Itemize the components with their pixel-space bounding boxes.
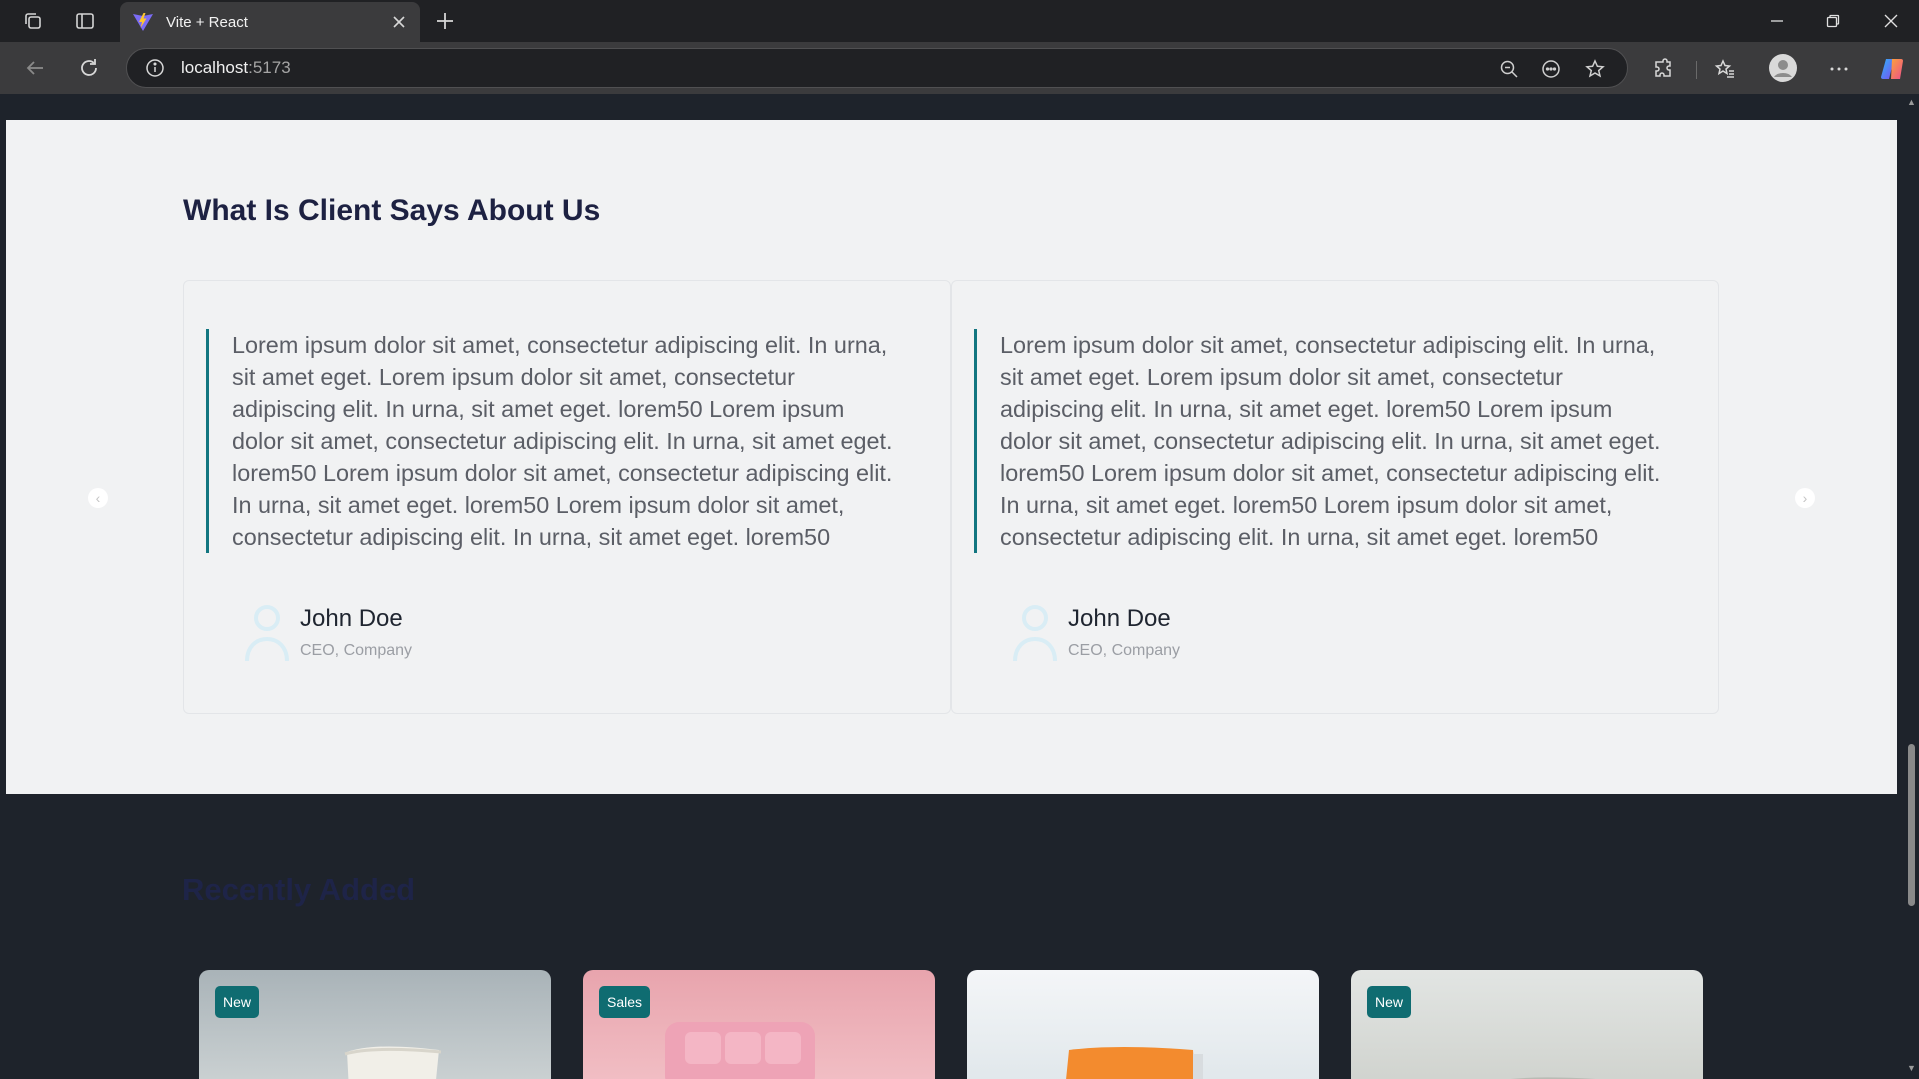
copilot-icon[interactable]: [1876, 52, 1910, 86]
testimonials-section: What Is Client Says About Us ‹ › Lorem i…: [6, 120, 1897, 794]
reading-mode-icon[interactable]: [1535, 53, 1567, 85]
minimize-icon[interactable]: [1752, 4, 1802, 38]
restore-icon[interactable]: [1808, 4, 1858, 38]
url-host: localhost: [181, 58, 249, 77]
reload-icon[interactable]: [72, 51, 106, 85]
browser-toolbar: localhost:5173: [0, 42, 1919, 94]
new-tab-icon[interactable]: [428, 4, 462, 38]
address-bar[interactable]: localhost:5173: [126, 48, 1628, 88]
extensions-icon[interactable]: [1646, 52, 1680, 86]
more-menu-icon[interactable]: [1822, 52, 1856, 86]
back-arrow-icon[interactable]: [18, 51, 52, 85]
profile-avatar-icon[interactable]: [1766, 51, 1800, 85]
testimonial-quote: Lorem ipsum dolor sit amet, consectetur …: [974, 329, 1664, 553]
author-name: John Doe: [300, 605, 403, 632]
tab-actions-icon[interactable]: [68, 4, 102, 38]
orange-chair-image: [1066, 1047, 1203, 1079]
user-avatar-icon: [245, 605, 289, 662]
scroll-down-icon[interactable]: ▼: [1907, 1064, 1916, 1073]
testimonial-quote: Lorem ipsum dolor sit amet, consectetur …: [206, 329, 896, 553]
favorite-star-icon[interactable]: [1579, 53, 1611, 85]
user-avatar-icon: [1013, 605, 1057, 662]
author-name: John Doe: [1068, 605, 1171, 632]
url-port: :5173: [248, 58, 291, 77]
carousel-next-icon[interactable]: ›: [1795, 488, 1815, 508]
favorites-list-icon[interactable]: [1708, 52, 1742, 86]
author-role: CEO, Company: [300, 642, 413, 659]
product-badge: New: [1367, 986, 1412, 1018]
product-card[interactable]: Sales: [583, 970, 935, 1079]
product-card[interactable]: New: [199, 970, 551, 1079]
close-window-icon[interactable]: [1866, 4, 1916, 38]
vite-logo-icon: [133, 13, 153, 31]
product-card[interactable]: [967, 970, 1319, 1079]
recently-added-title: Recently Added: [182, 872, 416, 907]
carousel-prev-icon[interactable]: ‹: [88, 488, 108, 508]
tab-active[interactable]: Vite + React: [120, 2, 420, 42]
workspaces-icon[interactable]: [16, 4, 50, 38]
zoom-out-icon[interactable]: [1493, 53, 1525, 85]
site-info-icon[interactable]: [141, 54, 169, 82]
product-badge: New: [215, 986, 260, 1018]
testimonial-author: John Doe CEO, Company: [1010, 601, 1180, 663]
browser-tab-bar: Vite + React: [0, 0, 1919, 42]
product-card[interactable]: New: [1351, 970, 1703, 1079]
scroll-thumb[interactable]: [1908, 744, 1915, 906]
testimonial-author: John Doe CEO, Company: [242, 601, 412, 663]
scroll-up-icon[interactable]: ▲: [1907, 98, 1916, 107]
section-title: What Is Client Says About Us: [183, 194, 601, 227]
testimonial-card: Lorem ipsum dolor sit amet, consectetur …: [951, 280, 1719, 714]
tab-title: Vite + React: [166, 13, 248, 31]
product-badge: Sales: [599, 986, 651, 1018]
close-tab-icon[interactable]: [384, 7, 414, 37]
page-viewport: What Is Client Says About Us ‹ › Lorem i…: [0, 94, 1919, 1079]
author-role: CEO, Company: [1068, 642, 1181, 659]
vertical-scrollbar[interactable]: ▲ ▼: [1904, 94, 1919, 1079]
testimonial-card: Lorem ipsum dolor sit amet, consectetur …: [183, 280, 951, 714]
